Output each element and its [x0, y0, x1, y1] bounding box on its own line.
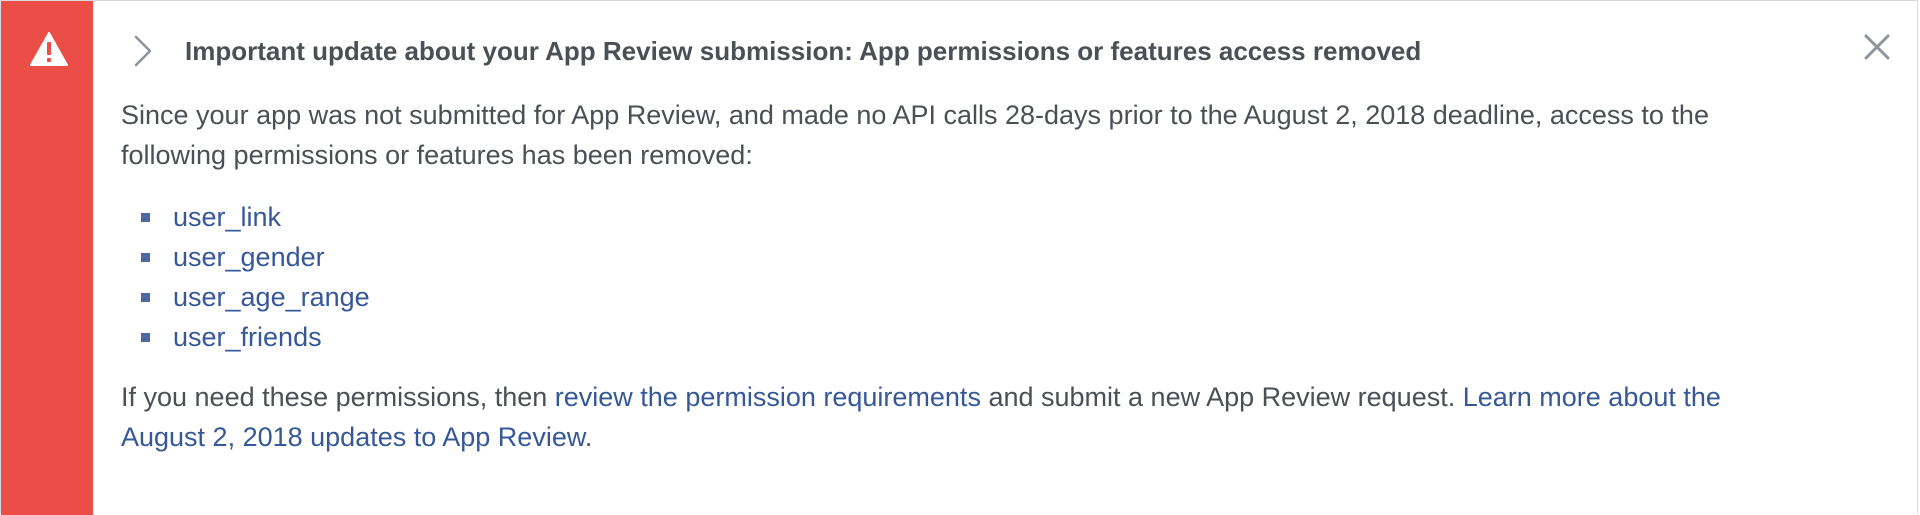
square-bullet-icon	[141, 333, 150, 342]
square-bullet-icon	[141, 293, 150, 302]
list-item: user_link	[139, 197, 1801, 237]
permission-link-user-friends[interactable]: user_friends	[173, 322, 322, 352]
permission-link-user-gender[interactable]: user_gender	[173, 242, 325, 272]
permission-link-user-age-range[interactable]: user_age_range	[173, 282, 370, 312]
list-item: user_age_range	[139, 277, 1801, 317]
list-item: user_friends	[139, 317, 1801, 357]
alert-title: Important update about your App Review s…	[185, 36, 1422, 66]
square-bullet-icon	[141, 253, 150, 262]
footer-text-end: .	[584, 422, 593, 452]
intro-text: Since your app was not submitted for App…	[121, 100, 1709, 170]
footer-text: If you need these permissions, then revi…	[121, 377, 1801, 457]
footer-text-middle: and submit a new App Review request.	[980, 382, 1463, 412]
warning-triangle-icon	[30, 32, 68, 66]
alert-body: Since your app was not submitted for App…	[121, 95, 1801, 457]
alert-strip	[1, 1, 93, 515]
app-review-alert-banner: Important update about your App Review s…	[0, 0, 1918, 515]
footer-text-before: If you need these permissions, then	[121, 382, 555, 412]
permission-list: user_link user_gender user_age_range use…	[121, 197, 1801, 357]
square-bullet-icon	[141, 213, 150, 222]
chevron-right-icon[interactable]	[129, 33, 155, 69]
review-requirements-link[interactable]: review the permission requirements	[555, 382, 981, 412]
list-item: user_gender	[139, 237, 1801, 277]
permission-link-user-link[interactable]: user_link	[173, 202, 281, 232]
close-icon[interactable]	[1861, 31, 1893, 63]
